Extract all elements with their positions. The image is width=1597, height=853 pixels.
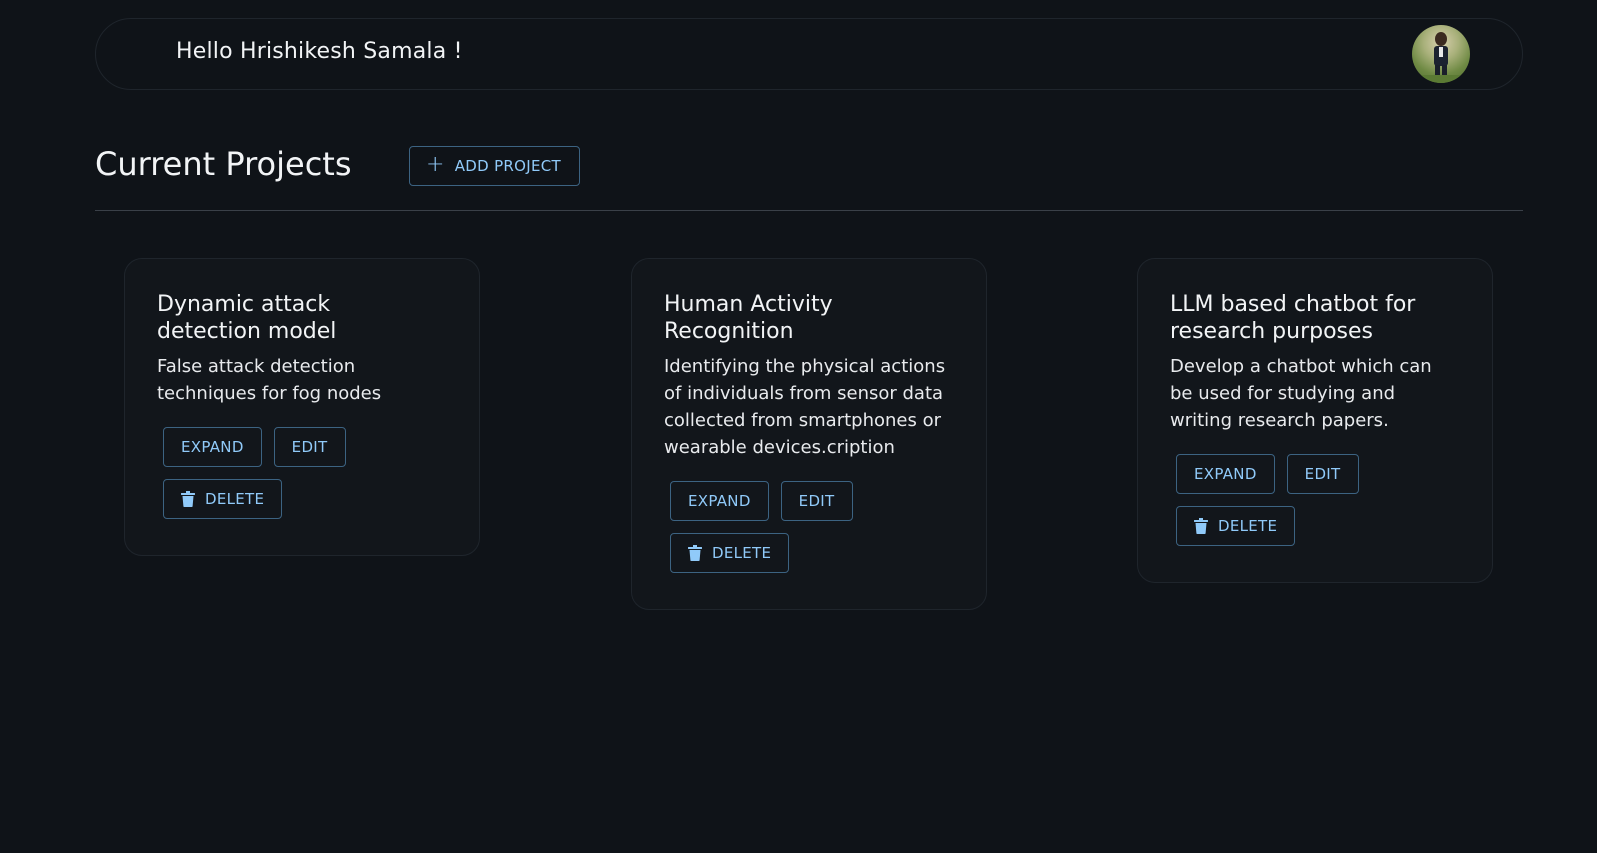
edit-label: EDIT — [798, 492, 835, 510]
project-card: Dynamic attack detection model False att… — [124, 258, 480, 556]
card-actions-row: DELETE — [664, 533, 954, 573]
page-title: Current Projects — [95, 145, 352, 183]
greeting-text: Hello Hrishikesh Samala ! — [176, 39, 463, 64]
edit-label: EDIT — [1304, 465, 1341, 483]
project-title: LLM based chatbot for research purposes — [1170, 292, 1416, 344]
card-actions-row: EXPAND EDIT — [157, 427, 447, 467]
card-actions-row: DELETE — [1170, 506, 1460, 546]
delete-label: DELETE — [205, 490, 265, 508]
avatar[interactable] — [1412, 25, 1470, 83]
expand-label: EXPAND — [688, 492, 751, 510]
project-card: Human Activity Recognition Identifying t… — [631, 258, 987, 610]
project-title: Human Activity Recognition — [664, 292, 833, 344]
edit-button[interactable]: EDIT — [273, 427, 346, 467]
expand-button[interactable]: EXPAND — [163, 427, 262, 467]
projects-title-row: Current Projects + ADD PROJECT — [95, 140, 1523, 210]
card-actions-row: EXPAND EDIT — [1170, 454, 1460, 494]
delete-button[interactable]: DELETE — [670, 533, 790, 573]
delete-label: DELETE — [712, 544, 772, 562]
card-actions-row: EXPAND EDIT — [664, 481, 954, 521]
user-photo-icon — [1412, 32, 1470, 83]
section-divider — [95, 210, 1523, 211]
expand-label: EXPAND — [181, 438, 244, 456]
project-title: Dynamic attack detection model — [157, 292, 337, 344]
project-card: LLM based chatbot for research purposes … — [1137, 258, 1493, 583]
plus-icon: + — [426, 152, 445, 177]
edit-button[interactable]: EDIT — [1286, 454, 1359, 494]
expand-label: EXPAND — [1194, 465, 1257, 483]
card-actions-row: DELETE — [157, 479, 447, 519]
delete-label: DELETE — [1218, 517, 1278, 535]
add-project-label: ADD PROJECT — [454, 157, 561, 175]
project-description: False attack detection techniques for fo… — [157, 356, 382, 404]
project-description: Identifying the physical actions of indi… — [664, 356, 946, 458]
delete-button[interactable]: DELETE — [163, 479, 283, 519]
edit-label: EDIT — [291, 438, 328, 456]
expand-button[interactable]: EXPAND — [670, 481, 769, 521]
delete-button[interactable]: DELETE — [1176, 506, 1296, 546]
top-header: Hello Hrishikesh Samala ! — [95, 18, 1523, 90]
edit-button[interactable]: EDIT — [780, 481, 853, 521]
trash-icon — [1194, 518, 1208, 534]
project-description: Develop a chatbot which can be used for … — [1170, 356, 1432, 431]
add-project-button[interactable]: + ADD PROJECT — [409, 146, 580, 186]
trash-icon — [688, 545, 702, 561]
trash-icon — [181, 491, 195, 507]
expand-button[interactable]: EXPAND — [1176, 454, 1275, 494]
